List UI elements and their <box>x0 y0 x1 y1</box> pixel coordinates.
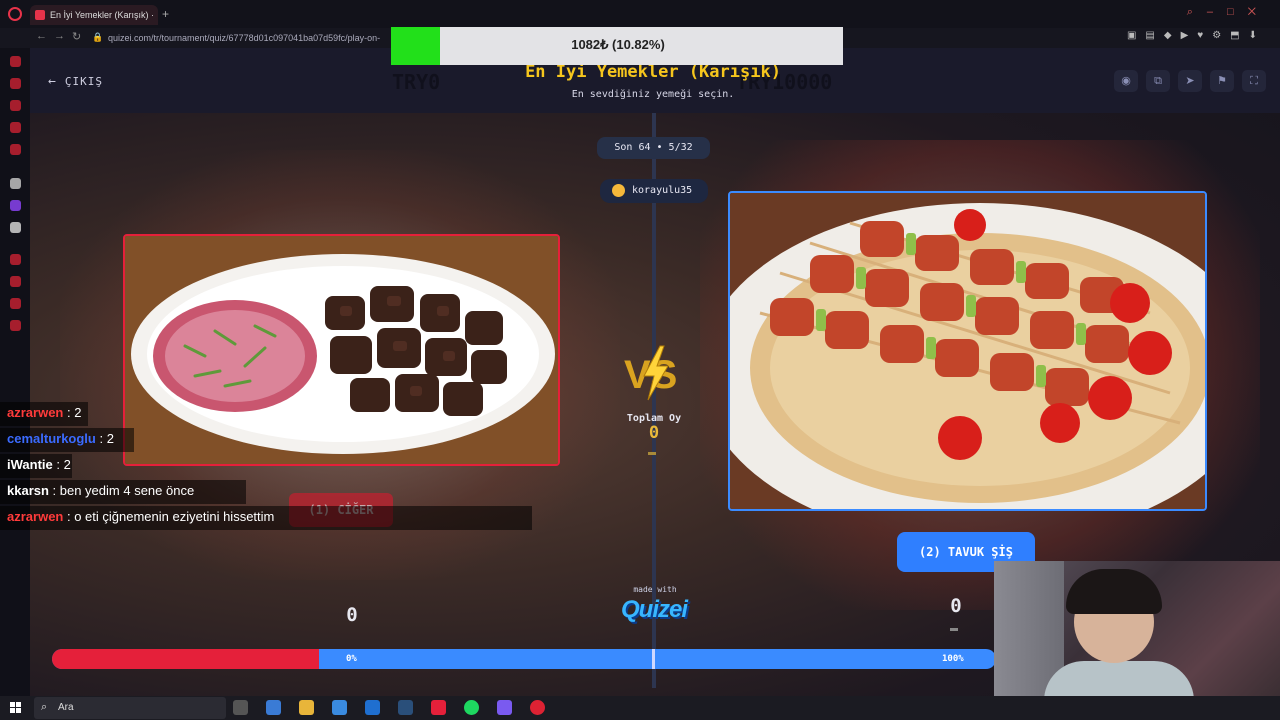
tavuk-sis-food-image <box>730 193 1205 509</box>
fullscreen-icon[interactable]: ⛶ <box>1242 70 1266 92</box>
chat-message: azrarwen : 2 <box>0 402 532 428</box>
vote-progress-right-label: 100% <box>942 654 964 664</box>
round-badge: Son 64 • 5/32 <box>597 137 710 159</box>
share-icon[interactable]: ⧉ <box>1146 70 1170 92</box>
chat-message-text: : 2 <box>63 405 82 420</box>
creator-badge[interactable]: korayulu35 <box>600 179 708 203</box>
quizei-logo[interactable]: Quizei <box>604 596 704 624</box>
total-votes-dash <box>648 452 656 455</box>
flag-icon[interactable]: ⚑ <box>1210 70 1234 92</box>
search-icon: ⌕ <box>41 701 48 713</box>
sidebar-app-icon[interactable] <box>10 78 21 89</box>
opera-logo-icon[interactable] <box>8 7 22 21</box>
vote-progress-midline <box>652 649 655 669</box>
copilot-icon[interactable] <box>266 700 281 715</box>
chat-username: iWantie <box>7 457 53 472</box>
avatar <box>612 184 625 197</box>
total-votes-value: 0 <box>648 423 660 443</box>
chat-message: azrarwen : o eti çiğnemenin eziyetini hi… <box>0 506 532 532</box>
chat-message: cemalturkoglu : 2 <box>0 428 532 454</box>
vote-progress-fill <box>52 649 320 669</box>
donation-goal-text: 1082₺ (10.82%) <box>571 37 665 52</box>
window-controls[interactable]: ⌕–□✕ <box>1187 6 1270 19</box>
sidebar-app-icon[interactable] <box>10 178 21 189</box>
vote-progress-bar <box>52 649 996 669</box>
send-icon[interactable]: ➤ <box>1178 70 1202 92</box>
url-text: quizei.com/tr/tournament/quiz/67778d01c0… <box>108 33 381 43</box>
vs-lightning-icon: VS <box>624 345 677 401</box>
chat-username: kkarsn <box>7 483 49 498</box>
chat-message-text: : ben yedim 4 sene önce <box>48 483 195 498</box>
arrow-left-icon: ← <box>48 74 57 89</box>
eye-icon[interactable]: ◉ <box>1114 70 1138 92</box>
chat-message-text: : o eti çiğnemenin eziyetini hissettim <box>63 509 275 524</box>
right-score-dash <box>950 628 958 631</box>
ghost-text-left: TRY0 <box>392 70 441 94</box>
taskbar-search-placeholder: Ara <box>58 702 74 713</box>
browser-tab[interactable]: En İyi Yemekler (Karışık) · <box>30 5 158 25</box>
opera-taskbar-icon[interactable] <box>431 700 446 715</box>
chat-username: azrarwen <box>7 509 64 524</box>
discord-icon[interactable] <box>497 700 512 715</box>
sidebar-app-icon[interactable] <box>10 298 21 309</box>
chat-message: iWantie : 2 <box>0 454 532 480</box>
x-icon[interactable] <box>10 222 21 233</box>
back-icon[interactable]: ← <box>36 30 47 42</box>
creator-name: korayulu35 <box>632 185 693 196</box>
vote-progress-left-label: 0% <box>346 654 357 664</box>
stream-chat-overlay: azrarwen : 2 cemalturkoglu : 2 iWantie : 2… <box>0 402 532 532</box>
app-icon[interactable] <box>365 700 380 715</box>
sidebar-app-icon[interactable] <box>10 56 21 67</box>
forward-icon[interactable]: → <box>54 30 65 42</box>
page-subtitle: En sevdiğiniz yemeği seçin. <box>571 89 735 100</box>
chat-message: kkarsn : ben yedim 4 sene önce <box>0 480 532 506</box>
new-tab-plus-icon[interactable]: + <box>162 7 169 21</box>
made-with-label: made with <box>633 585 677 594</box>
lock-icon: 🔒 <box>92 32 104 42</box>
sidebar-app-icon[interactable] <box>10 276 21 287</box>
webcam-person-hair <box>1066 569 1162 614</box>
left-score: 0 <box>346 604 358 626</box>
tab-favicon-icon <box>35 10 45 20</box>
spotify-icon[interactable] <box>464 700 479 715</box>
chat-username: azrarwen <box>7 405 64 420</box>
page-title: En İyi Yemekler (Karışık) <box>525 62 781 82</box>
chat-username: cemalturkoglu <box>7 431 96 446</box>
steam-icon[interactable] <box>398 700 413 715</box>
chat-message-text: : 2 <box>52 457 71 472</box>
windows-start-icon[interactable] <box>10 702 22 714</box>
task-view-icon[interactable] <box>233 700 248 715</box>
exit-label: ÇIKIŞ <box>64 75 103 88</box>
browser-tab-bar <box>0 0 1280 28</box>
exit-button[interactable]: ← ÇIKIŞ <box>48 74 103 89</box>
chat-message-text: : 2 <box>95 431 114 446</box>
donation-goal-fill <box>391 27 440 65</box>
sidebar-app-icon[interactable] <box>10 144 21 155</box>
tab-title: En İyi Yemekler (Karışık) · <box>50 10 155 20</box>
file-explorer-icon[interactable] <box>299 700 314 715</box>
sidebar-app-icon[interactable] <box>10 100 21 111</box>
store-icon[interactable] <box>332 700 347 715</box>
settings-icon[interactable] <box>10 320 21 331</box>
browser-sidebar <box>0 48 30 696</box>
taskbar-search-input[interactable]: ⌕ Ara <box>34 697 226 719</box>
extension-icons[interactable]: ▣▤◆▶♥⚙⬒⬇ <box>1127 30 1266 41</box>
option-right-card[interactable] <box>728 191 1207 511</box>
twitch-icon[interactable] <box>10 200 21 211</box>
sidebar-app-icon[interactable] <box>10 122 21 133</box>
obs-icon[interactable] <box>530 700 545 715</box>
right-score: 0 <box>950 595 962 617</box>
reload-icon[interactable]: ↻ <box>72 30 81 43</box>
sidebar-app-icon[interactable] <box>10 254 21 265</box>
url-field[interactable]: 🔒 quizei.com/tr/tournament/quiz/67778d01… <box>90 30 390 46</box>
